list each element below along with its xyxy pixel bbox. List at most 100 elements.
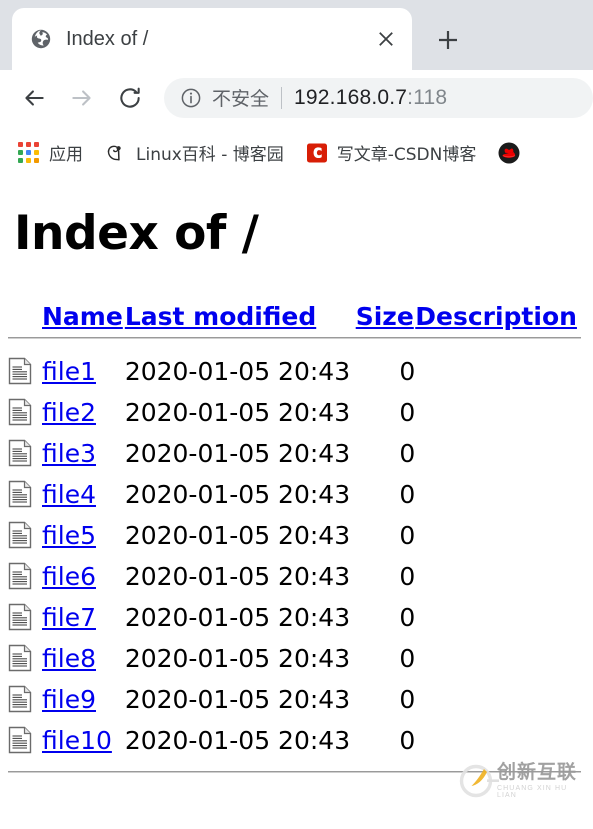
file-description-cell (415, 474, 581, 515)
table-row: file2 2020-01-05 20:43 0 (8, 392, 581, 433)
file-name-cell: file10 (42, 720, 125, 761)
file-link[interactable]: file4 (42, 480, 96, 509)
info-circle-icon[interactable] (180, 87, 202, 109)
sort-by-size-link[interactable]: Size (356, 302, 414, 331)
forward-button[interactable] (62, 78, 102, 118)
text-file-icon (8, 603, 32, 631)
file-name-cell: file4 (42, 474, 125, 515)
back-button[interactable] (14, 78, 54, 118)
bookmarks-bar: 应用 Linux百科 - 博客园 写文章-CSDN博客 (0, 125, 593, 180)
file-last-modified-cell: 2020-01-05 20:43 (124, 684, 351, 714)
watermark-text: 创新互联 CHUANG XIN HU LIAN (497, 761, 589, 800)
file-icon-cell (8, 392, 42, 433)
file-icon-cell (8, 515, 42, 556)
file-link[interactable]: file8 (42, 644, 96, 673)
directory-listing-table: Name Last modified Size Description file… (8, 302, 581, 773)
omnibox-divider (281, 86, 283, 109)
close-icon[interactable] (372, 25, 400, 53)
table-row: file3 2020-01-05 20:43 0 (8, 433, 581, 474)
text-file-icon (8, 439, 32, 467)
file-link[interactable]: file7 (42, 603, 96, 632)
file-size-cell: 0 (399, 684, 416, 714)
file-link[interactable]: file9 (42, 685, 96, 714)
url-port: :118 (407, 85, 448, 109)
text-file-icon (8, 685, 32, 713)
watermark-pinyin-text: CHUANG XIN HU LIAN (497, 785, 568, 799)
bookmark-cnblogs[interactable]: Linux百科 - 博客园 (105, 140, 284, 165)
arrow-left-icon (25, 89, 44, 106)
new-tab-button[interactable] (426, 18, 470, 62)
sort-by-name-link[interactable]: Name (42, 302, 123, 331)
table-body: file1 2020-01-05 20:43 0 file2 2020-01-05 20… (8, 351, 581, 761)
file-description-cell (415, 433, 581, 474)
security-status-text: 不安全 (212, 88, 270, 110)
file-name-cell: file3 (42, 433, 125, 474)
reload-icon (120, 87, 140, 108)
text-file-icon (8, 521, 32, 549)
table-row: file4 2020-01-05 20:43 0 (8, 474, 581, 515)
file-last-modified-cell: 2020-01-05 20:43 (124, 643, 351, 673)
file-name-cell: file6 (42, 556, 125, 597)
file-description-cell (415, 597, 581, 638)
text-file-icon (8, 357, 32, 385)
watermark-cn-text: 创新互联 (497, 761, 578, 783)
file-link[interactable]: file5 (42, 521, 96, 550)
file-last-modified-cell: 2020-01-05 20:43 (124, 356, 351, 386)
file-description-cell (415, 351, 581, 392)
header-row: Name Last modified Size Description (8, 302, 581, 331)
file-link[interactable]: file6 (42, 562, 96, 591)
arrow-right-icon (72, 89, 91, 106)
reload-button[interactable] (110, 78, 150, 118)
header-name: Name (42, 302, 125, 331)
csdn-icon (306, 142, 328, 164)
file-last-modified-cell: 2020-01-05 20:43 (124, 479, 351, 509)
file-description-cell (415, 638, 581, 679)
tab-index-of[interactable]: Index of / (12, 8, 412, 70)
tab-strip: Index of / (0, 0, 593, 70)
cnblogs-icon (105, 142, 127, 164)
sort-by-description-link[interactable]: Description (415, 302, 577, 331)
file-name-cell: file2 (42, 392, 125, 433)
file-link[interactable]: file10 (42, 726, 112, 755)
text-file-icon (8, 726, 32, 754)
file-name-cell: file5 (42, 515, 125, 556)
address-bar[interactable]: 不安全 192.168.0.7:118 (164, 77, 593, 118)
file-link[interactable]: file3 (42, 439, 96, 468)
bookmark-apps[interactable]: 应用 (18, 140, 83, 165)
file-size-cell: 0 (399, 561, 416, 591)
horizontal-rule-top (8, 336, 581, 339)
redhat-icon (498, 142, 520, 164)
file-description-cell (415, 556, 581, 597)
text-file-icon (8, 480, 32, 508)
header-size: Size (356, 302, 416, 331)
file-last-modified-cell: 2020-01-05 20:43 (124, 520, 351, 550)
bookmark-redhat[interactable] (498, 142, 529, 164)
file-link[interactable]: file1 (42, 357, 96, 386)
sort-by-last-modified-link[interactable]: Last modified (125, 302, 316, 331)
file-name-cell: file7 (42, 597, 125, 638)
file-icon-cell (8, 474, 42, 515)
header-description: Description (415, 302, 581, 331)
url-text: 192.168.0.7:118 (294, 86, 447, 110)
file-size-cell: 0 (399, 520, 416, 550)
file-link[interactable]: file2 (42, 398, 96, 427)
table-row: file10 2020-01-05 20:43 0 (8, 720, 581, 761)
bookmark-csdn[interactable]: 写文章-CSDN博客 (306, 140, 476, 165)
file-size-cell: 0 (399, 356, 416, 386)
browser-window: Index of / 不安全 192.168.0.7:118 应用 Linux百… (0, 0, 593, 829)
file-size-cell: 0 (399, 438, 416, 468)
file-last-modified-cell: 2020-01-05 20:43 (124, 397, 351, 427)
table-row: file1 2020-01-05 20:43 0 (8, 351, 581, 392)
table-row: file8 2020-01-05 20:43 0 (8, 638, 581, 679)
globe-icon (30, 28, 52, 50)
bookmark-label: Linux百科 - 博客园 (136, 145, 284, 165)
file-description-cell (415, 679, 581, 720)
browser-toolbar: 不安全 192.168.0.7:118 (0, 70, 593, 125)
table-header: Name Last modified Size Description (8, 302, 581, 351)
file-name-cell: file9 (42, 679, 125, 720)
bookmark-label: 应用 (49, 145, 83, 165)
tab-title: Index of / (66, 27, 149, 50)
header-icon-spacer (8, 302, 42, 331)
text-file-icon (8, 644, 32, 672)
file-icon-cell (8, 638, 42, 679)
